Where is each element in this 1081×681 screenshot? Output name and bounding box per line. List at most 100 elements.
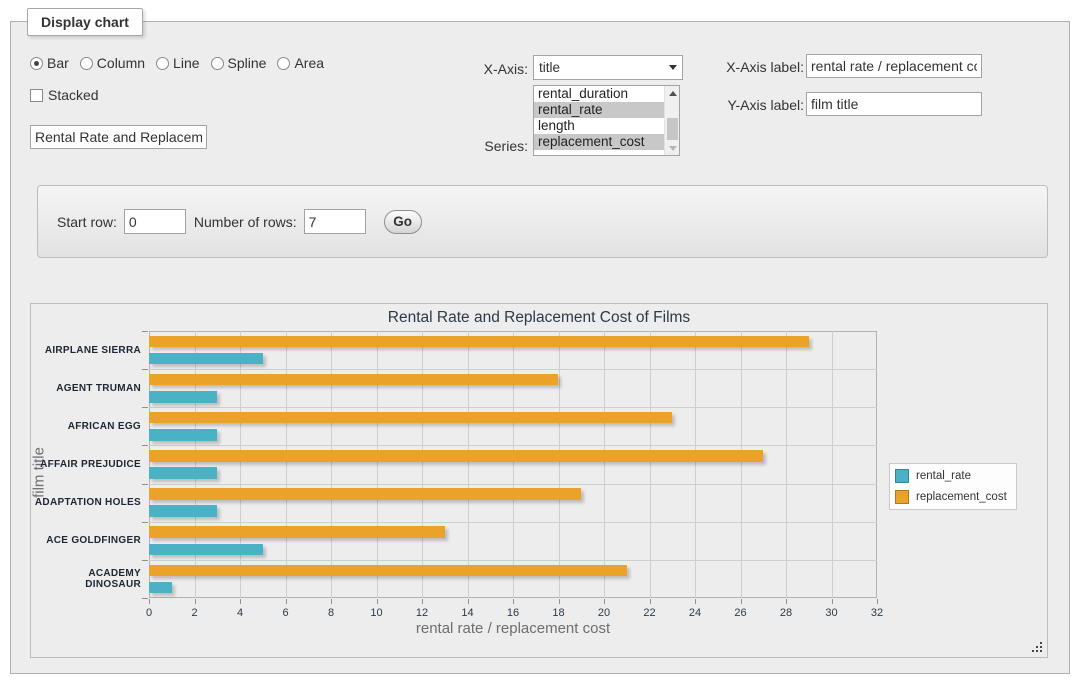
stacked-checkbox-row[interactable]: Stacked bbox=[30, 87, 99, 103]
x-tick-label: 12 bbox=[416, 607, 428, 619]
chart-type-label: Bar bbox=[47, 55, 69, 71]
series-listbox[interactable]: rental_durationrental_ratelengthreplacem… bbox=[533, 85, 680, 156]
start-row-label: Start row: bbox=[57, 214, 117, 230]
x-tick-label: 26 bbox=[734, 607, 746, 619]
x-axis-label-input[interactable] bbox=[806, 54, 982, 78]
x-tick-label: 32 bbox=[871, 607, 883, 619]
bar-rental_rate bbox=[149, 582, 172, 593]
category-label: ADAPTATION HOLES bbox=[31, 484, 141, 522]
series-scrollbar[interactable] bbox=[664, 86, 679, 155]
bar-rental_rate bbox=[149, 429, 217, 440]
x-axis-select[interactable]: title bbox=[533, 55, 683, 80]
series-option-rental_rate[interactable]: rental_rate bbox=[534, 102, 664, 118]
stacked-label: Stacked bbox=[48, 87, 99, 103]
series-option-length[interactable]: length bbox=[534, 118, 664, 134]
x-tickmark bbox=[240, 599, 241, 604]
bar-replacement_cost bbox=[149, 565, 627, 576]
panel-title: Display chart bbox=[27, 8, 143, 36]
scrollbar-thumb[interactable] bbox=[667, 118, 678, 140]
bar-replacement_cost bbox=[149, 526, 445, 537]
x-tickmark bbox=[468, 599, 469, 604]
series-option-replacement_cost[interactable]: replacement_cost bbox=[534, 134, 664, 150]
bar-rental_rate bbox=[149, 505, 217, 516]
x-tick-label: 20 bbox=[598, 607, 610, 619]
x-tickmark bbox=[604, 599, 605, 604]
y-tickmark bbox=[142, 522, 148, 523]
y-tickmark bbox=[142, 331, 148, 332]
chart-type-bar[interactable]: Bar bbox=[30, 55, 69, 71]
y-tickmark bbox=[142, 484, 148, 485]
chart-type-label: Column bbox=[97, 55, 145, 71]
chart-type-group: Bar Column Line Spline Area bbox=[30, 55, 324, 71]
legend-label: rental_rate bbox=[916, 470, 971, 482]
bar-row bbox=[149, 369, 877, 407]
bar-row bbox=[149, 407, 877, 445]
x-tickmark bbox=[422, 599, 423, 604]
chart-title-input[interactable] bbox=[30, 125, 207, 149]
legend-entry-replacement_cost: replacement_cost bbox=[895, 490, 1007, 504]
x-tickmark bbox=[695, 599, 696, 604]
radio-icon[interactable] bbox=[211, 57, 224, 70]
x-tickmark bbox=[741, 599, 742, 604]
chart-legend: rental_rate replacement_cost bbox=[889, 463, 1017, 510]
radio-icon[interactable] bbox=[277, 57, 290, 70]
legend-swatch-rental_rate bbox=[895, 469, 909, 483]
legend-label: replacement_cost bbox=[916, 491, 1007, 503]
x-tickmark bbox=[832, 599, 833, 604]
x-tick-label: 14 bbox=[461, 607, 473, 619]
bar-row bbox=[149, 560, 877, 598]
category-label: ACADEMY DINOSAUR bbox=[31, 560, 141, 598]
bar-row bbox=[149, 331, 877, 369]
bar-replacement_cost bbox=[149, 412, 672, 423]
go-button[interactable]: Go bbox=[384, 210, 422, 234]
category-label: AFRICAN EGG bbox=[31, 407, 141, 445]
start-row-input[interactable] bbox=[124, 209, 186, 234]
radio-icon[interactable] bbox=[30, 57, 43, 70]
row-controls-panel: Start row: Number of rows: Go bbox=[37, 185, 1048, 258]
category-label: AFFAIR PREJUDICE bbox=[31, 445, 141, 483]
display-chart-panel: Display chart BarColumnLineSplineArea St… bbox=[10, 21, 1070, 674]
chart-type-label: Line bbox=[173, 55, 199, 71]
series-select-label: Series: bbox=[426, 138, 528, 154]
chart-type-spline[interactable]: Spline bbox=[211, 55, 267, 71]
radio-icon[interactable] bbox=[156, 57, 169, 70]
x-tickmark bbox=[650, 599, 651, 604]
chart-title: Rental Rate and Replacement Cost of Film… bbox=[31, 309, 1047, 327]
x-tickmark bbox=[559, 599, 560, 604]
y-axis-label-input[interactable] bbox=[806, 92, 982, 116]
x-tick-label: 2 bbox=[191, 607, 197, 619]
x-axis-title: rental rate / replacement cost bbox=[149, 620, 877, 637]
x-tickmark bbox=[286, 599, 287, 604]
series-option-rental_duration[interactable]: rental_duration bbox=[534, 86, 664, 102]
radio-icon[interactable] bbox=[80, 57, 93, 70]
legend-entry-rental_rate: rental_rate bbox=[895, 469, 1007, 483]
category-label: AIRPLANE SIERRA bbox=[31, 331, 141, 369]
scroll-down-icon[interactable] bbox=[665, 141, 680, 155]
chart-type-area[interactable]: Area bbox=[277, 55, 324, 71]
x-tickmark bbox=[513, 599, 514, 604]
y-axis-label-label: Y-Axis label: bbox=[711, 97, 804, 113]
stacked-checkbox[interactable] bbox=[30, 89, 43, 102]
bar-rental_rate bbox=[149, 467, 217, 478]
bar-replacement_cost bbox=[149, 374, 558, 385]
chevron-down-icon bbox=[669, 65, 677, 70]
chart-type-label: Area bbox=[294, 55, 324, 71]
x-tick-label: 10 bbox=[370, 607, 382, 619]
scroll-up-icon[interactable] bbox=[665, 86, 680, 100]
bar-replacement_cost bbox=[149, 450, 763, 461]
category-label: ACE GOLDFINGER bbox=[31, 522, 141, 560]
y-tickmark bbox=[142, 369, 148, 370]
x-tick-label: 24 bbox=[689, 607, 701, 619]
x-axis-selected-value: title bbox=[539, 60, 560, 75]
x-tickmark bbox=[377, 599, 378, 604]
chart-type-line[interactable]: Line bbox=[156, 55, 199, 71]
x-tick-label: 8 bbox=[328, 607, 334, 619]
y-tickmark bbox=[142, 407, 148, 408]
num-rows-input[interactable] bbox=[304, 209, 366, 234]
resize-handle-icon[interactable] bbox=[1040, 650, 1042, 652]
x-tick-label: 4 bbox=[237, 607, 243, 619]
x-tick-label: 18 bbox=[552, 607, 564, 619]
chart-type-column[interactable]: Column bbox=[80, 55, 145, 71]
chart: Rental Rate and Replacement Cost of Film… bbox=[30, 303, 1048, 658]
x-tickmark bbox=[877, 599, 878, 604]
